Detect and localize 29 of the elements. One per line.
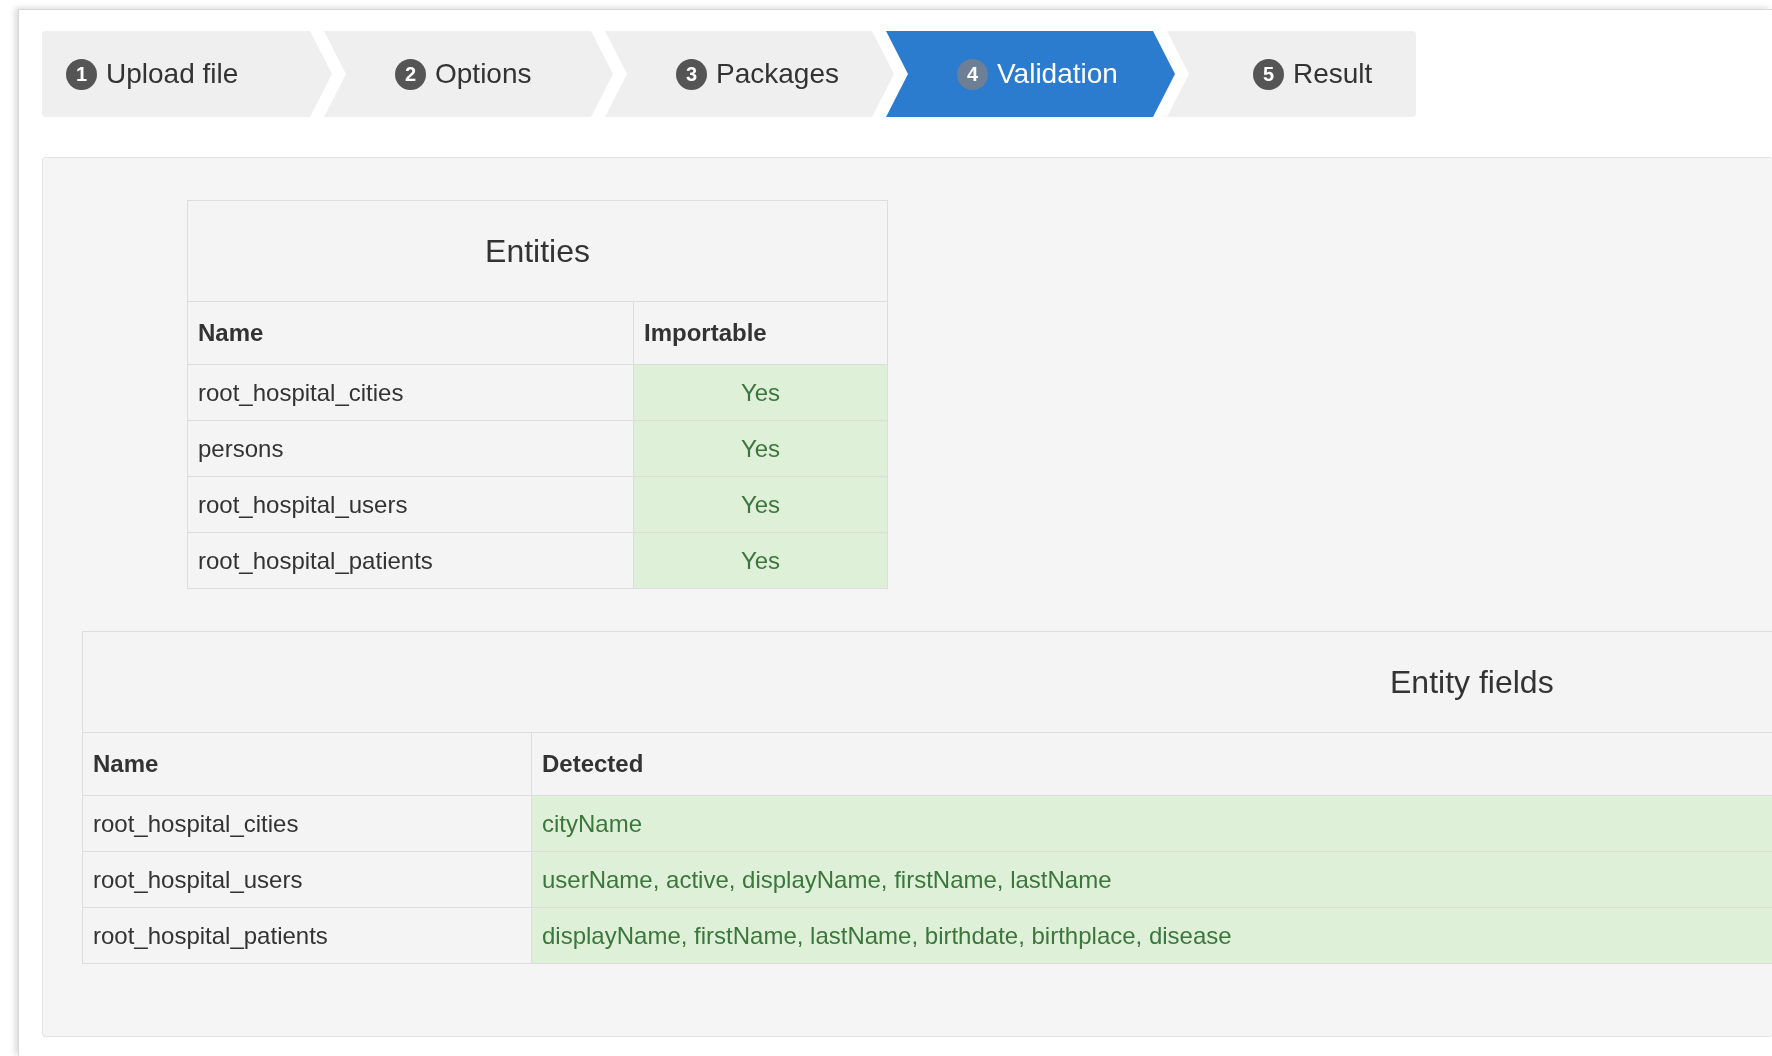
table-cell: root_hospital_users [82, 851, 532, 908]
table-title: Entity fields [1390, 664, 1554, 700]
step-label: Validation [997, 57, 1118, 91]
table-cell: root_hospital_users [187, 476, 634, 533]
step-number: 1 [66, 58, 97, 90]
step-number: 5 [1253, 58, 1284, 90]
table-cell: Yes [633, 420, 888, 477]
table-cell: Yes [633, 476, 888, 533]
table-cell: displayName, firstName, lastName, birthdate, birthplace, disease [531, 907, 1772, 964]
table-cell: Yes [633, 532, 888, 589]
step-label: Result [1293, 57, 1373, 91]
step-label: Packages [716, 57, 839, 91]
step-number: 2 [395, 58, 426, 90]
table-cell: root_hospital_patients [82, 907, 532, 964]
table-cell: persons [187, 420, 634, 477]
column-header: Name [187, 301, 634, 365]
column-header: Name [82, 732, 532, 796]
step-label: Upload file [106, 57, 239, 91]
column-header: Importable [633, 301, 888, 365]
table-cell: root_hospital_patients [187, 532, 634, 589]
step-number: 4 [957, 58, 988, 90]
table-cell: cityName [531, 795, 1772, 852]
table-cell: root_hospital_cities [82, 795, 532, 852]
table-cell: Yes [633, 364, 888, 421]
step-label: Options [435, 57, 532, 91]
table-cell: userName, active, displayName, firstName, lastName [531, 851, 1772, 908]
step-number: 3 [676, 58, 707, 90]
table-title: Entities [485, 233, 590, 269]
table-cell: root_hospital_cities [187, 364, 634, 421]
